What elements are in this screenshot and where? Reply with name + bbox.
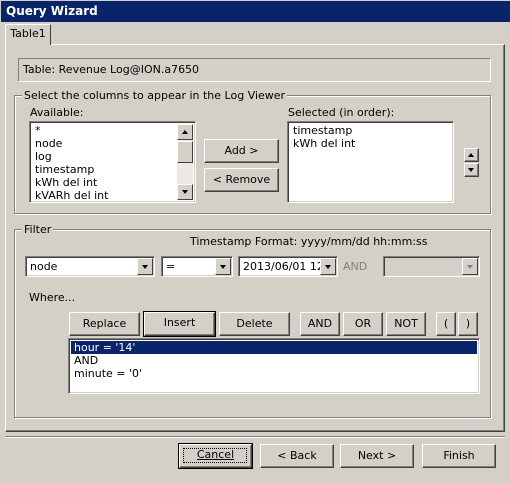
arrow-up-icon (468, 153, 474, 157)
chevron-down-icon (467, 265, 473, 269)
insert-button[interactable]: Insert (143, 311, 216, 337)
list-item[interactable]: log (32, 150, 178, 163)
or-button[interactable]: OR (343, 312, 383, 336)
available-label: Available: (30, 106, 84, 119)
and-button-label: AND (307, 317, 333, 330)
remove-button[interactable]: < Remove (204, 168, 279, 192)
columns-group-label: Select the columns to appear in the Log … (22, 89, 288, 102)
finish-button-label: Finish (443, 449, 475, 462)
available-listbox[interactable]: * node log timestamp kWh del int kVARh d… (29, 121, 196, 203)
replace-button-label: Replace (82, 317, 127, 330)
title-bar: Query Wizard (0, 0, 510, 22)
operator-select-dropdown[interactable] (215, 258, 231, 275)
open-paren-button-label: ( (443, 317, 449, 330)
list-item[interactable]: timestamp (290, 124, 450, 137)
selected-label: Selected (in order): (288, 106, 395, 119)
filter-group-label: Filter (22, 223, 54, 236)
date-picker-dropdown[interactable] (320, 258, 336, 275)
or-button-label: OR (354, 317, 372, 330)
delete-button-label: Delete (236, 317, 273, 330)
insert-button-label: Insert (163, 316, 196, 329)
close-paren-button-label: ) (465, 317, 471, 330)
operator-select[interactable]: = (161, 256, 233, 277)
operator-select-value: = (166, 260, 176, 273)
list-item[interactable]: minute = '0' (71, 367, 477, 380)
remove-button-label: < Remove (212, 173, 271, 186)
open-paren-button[interactable]: ( (436, 312, 456, 336)
replace-button[interactable]: Replace (69, 312, 140, 336)
not-button-label: NOT (394, 317, 418, 330)
next-button[interactable]: Next > (340, 444, 414, 468)
arrow-down-icon (468, 168, 474, 172)
chevron-down-icon (325, 265, 331, 269)
back-button-label: < Back (277, 449, 317, 462)
move-up-button[interactable] (464, 148, 479, 162)
available-scrollbar[interactable] (177, 124, 193, 200)
cancel-button[interactable]: Cancel (178, 443, 253, 469)
back-button[interactable]: < Back (260, 444, 334, 468)
tab-table1[interactable]: Table1 (5, 24, 51, 45)
list-item[interactable]: timestamp (32, 163, 178, 176)
where-label: Where... (29, 291, 76, 304)
list-item[interactable]: * (32, 124, 178, 137)
timestamp-format-label: Timestamp Format: yyyy/mm/dd hh:mm:ss (190, 235, 428, 248)
list-item[interactable]: kWh del int (290, 137, 450, 150)
list-item[interactable]: node (32, 137, 178, 150)
finish-button[interactable]: Finish (422, 444, 496, 468)
arrow-up-icon (182, 130, 188, 134)
move-down-button[interactable] (464, 163, 479, 177)
scroll-thumb[interactable] (177, 141, 193, 163)
field-select-value: node (30, 260, 58, 273)
list-item[interactable]: hour = '14' (71, 341, 477, 354)
field-select[interactable]: node (25, 256, 155, 277)
not-button[interactable]: NOT (386, 312, 426, 336)
date-picker-value: 2013/06/01 12:0 (243, 260, 321, 273)
conditions-listbox[interactable]: hour = '14' AND minute = '0' (68, 338, 480, 394)
scroll-down-button[interactable] (177, 184, 193, 200)
add-button-label: Add > (224, 144, 259, 157)
list-item[interactable]: kVARh del int (32, 189, 178, 202)
date-picker[interactable]: 2013/06/01 12:0 (238, 256, 338, 277)
close-paren-button[interactable]: ) (458, 312, 478, 336)
second-value-select-dropdown[interactable] (462, 258, 478, 275)
arrow-down-icon (182, 190, 188, 194)
second-value-select[interactable] (383, 256, 480, 277)
scroll-up-button[interactable] (177, 124, 193, 140)
and-button[interactable]: AND (300, 312, 340, 336)
chevron-down-icon (142, 265, 148, 269)
field-select-dropdown[interactable] (137, 258, 153, 275)
window-title: Query Wizard (6, 4, 98, 18)
table-name-label: Table: Revenue Log@ION.a7650 (23, 63, 200, 76)
chevron-down-icon (220, 265, 226, 269)
and-label: AND (343, 260, 368, 273)
selected-listbox[interactable]: timestamp kWh del int (287, 121, 454, 203)
next-button-label: Next > (357, 449, 397, 462)
footer-separator (5, 436, 505, 438)
list-item[interactable]: kWh del int (32, 176, 178, 189)
list-item[interactable]: AND (71, 354, 477, 367)
delete-button[interactable]: Delete (219, 312, 290, 336)
table-name-field: Table: Revenue Log@ION.a7650 (18, 58, 491, 82)
add-button[interactable]: Add > (204, 139, 279, 163)
tab-table1-label: Table1 (10, 27, 46, 40)
cancel-button-label: Cancel (196, 448, 235, 461)
